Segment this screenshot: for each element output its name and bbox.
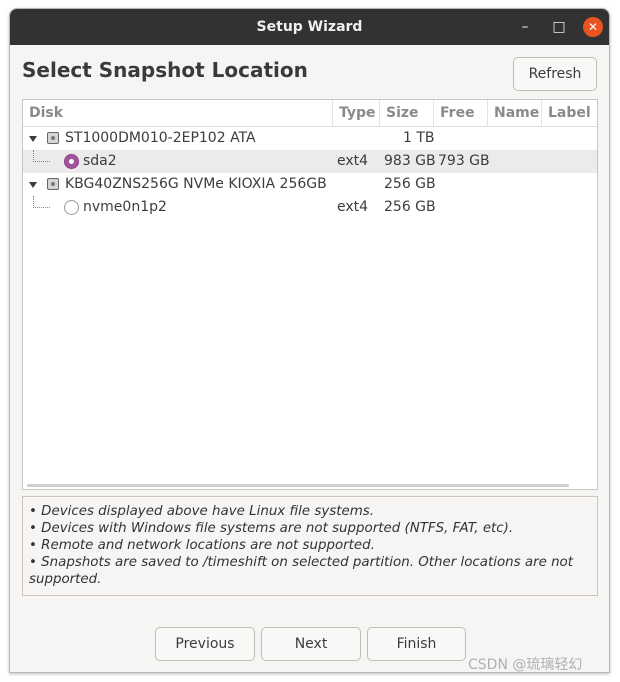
partition-free: 793 GB <box>438 153 490 169</box>
column-header-label[interactable]: Label <box>542 100 597 126</box>
radio-selected-icon[interactable] <box>64 154 79 169</box>
expander-icon[interactable] <box>29 182 37 188</box>
column-header-disk[interactable]: Disk <box>23 100 333 126</box>
previous-button[interactable]: Previous <box>155 627 255 661</box>
table-row[interactable]: nvme0n1p2 ext4 256 GB <box>23 196 597 219</box>
table-row[interactable]: ST1000DM010-2EP102 ATA 1 TB <box>23 127 597 150</box>
table-row-selected[interactable]: sda2 ext4 983 GB 793 GB <box>23 150 597 173</box>
disk-tree-view[interactable]: Disk Type Size Free Name Label ST1000DM0… <box>22 99 598 490</box>
partition-size: 983 GB <box>384 153 436 169</box>
hard-disk-icon <box>47 178 59 190</box>
column-header-size[interactable]: Size <box>380 100 434 126</box>
partition-name: nvme0n1p2 <box>83 199 167 215</box>
column-header-free[interactable]: Free <box>434 100 488 126</box>
note-line: • Remote and network locations are not s… <box>29 538 375 553</box>
partition-type: ext4 <box>337 199 369 215</box>
partition-type: ext4 <box>337 153 369 169</box>
column-header-name[interactable]: Name <box>488 100 542 126</box>
table-row[interactable]: KBG40ZNS256G NVMe KIOXIA 256GB 256 GB <box>23 173 597 196</box>
disk-name: KBG40ZNS256G NVMe KIOXIA 256GB <box>65 176 327 192</box>
maximize-button[interactable]: □ <box>549 17 569 37</box>
note-line: • Devices with Windows file systems are … <box>29 521 514 536</box>
horizontal-scrollbar[interactable] <box>27 484 569 487</box>
finish-button[interactable]: Finish <box>367 627 466 661</box>
info-notes: • Devices displayed above have Linux fil… <box>22 496 598 596</box>
disk-size: 1 TB <box>403 130 435 146</box>
note-line: • Devices displayed above have Linux fil… <box>29 504 374 519</box>
next-button[interactable]: Next <box>261 627 361 661</box>
disk-name: ST1000DM010-2EP102 ATA <box>65 130 256 146</box>
table-header: Disk Type Size Free Name Label <box>23 100 597 127</box>
partition-name: sda2 <box>83 153 117 169</box>
radio-unselected-icon[interactable] <box>64 200 79 215</box>
minimize-button[interactable]: – <box>515 17 535 37</box>
close-button[interactable]: ✕ <box>583 17 603 37</box>
setup-wizard-window: Setup Wizard – □ ✕ Select Snapshot Locat… <box>9 8 610 673</box>
watermark-text: CSDN @琉璃轻幻 <box>468 657 583 673</box>
disk-size: 256 GB <box>384 176 436 192</box>
partition-size: 256 GB <box>384 199 436 215</box>
hard-disk-icon <box>47 132 59 144</box>
note-line: • Snapshots are saved to /timeshift on s… <box>29 555 574 587</box>
tree-connector <box>33 196 50 208</box>
expander-icon[interactable] <box>29 136 37 142</box>
column-header-type[interactable]: Type <box>333 100 380 126</box>
refresh-button[interactable]: Refresh <box>513 57 597 91</box>
tree-connector <box>33 150 50 162</box>
page-title: Select Snapshot Location <box>22 58 308 82</box>
title-bar[interactable]: Setup Wizard – □ ✕ <box>10 9 609 45</box>
